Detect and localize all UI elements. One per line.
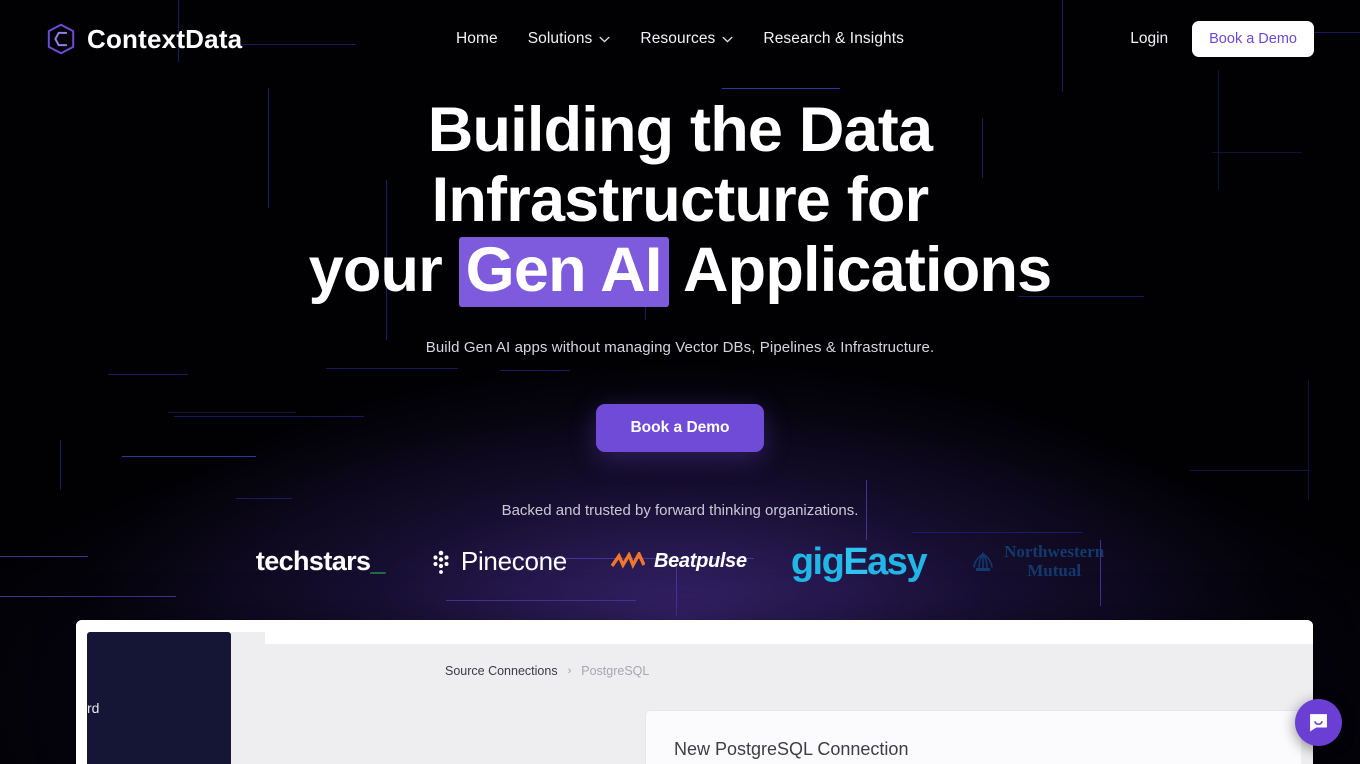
page-title: Building the Data Infrastructure for you… xyxy=(240,95,1120,307)
dashboard-sidebar: rd ons › xyxy=(87,632,231,764)
nav-item-home[interactable]: Home xyxy=(456,30,498,48)
brand-logo[interactable]: ContextData xyxy=(46,23,242,55)
chevron-down-icon xyxy=(599,36,610,43)
breadcrumb-separator-icon: › xyxy=(567,665,572,677)
headline-suffix: Applications xyxy=(682,234,1052,305)
logo-northwestern-mutual: Northwestern Mutual xyxy=(970,543,1104,580)
gigeasy-part-a: gig xyxy=(790,540,845,583)
book-demo-button-hero[interactable]: Book a Demo xyxy=(596,403,764,452)
beatpulse-label: Beatpulse xyxy=(653,550,747,573)
logo-techstars: techstars_ xyxy=(255,546,386,577)
chevron-down-icon xyxy=(722,36,733,43)
new-connection-card: New PostgreSQL Connection xyxy=(645,710,1301,764)
trust-caption: Backed and trusted by forward thinking o… xyxy=(501,501,859,519)
hero-section: Building the Data Infrastructure for you… xyxy=(0,95,1360,581)
main-navigation: Home Solutions Resources Research & Insi… xyxy=(456,30,904,48)
pinecone-label: Pinecone xyxy=(460,546,567,577)
nav-label-resources: Resources xyxy=(640,30,716,47)
brand-name: ContextData xyxy=(87,23,243,54)
techstars-label: techstars xyxy=(255,546,371,577)
pinecone-icon xyxy=(433,550,449,574)
logo-pinecone: Pinecone xyxy=(429,546,567,577)
hexagon-c-logo-icon xyxy=(47,23,75,55)
nav-label-home: Home xyxy=(455,30,498,47)
nav-item-solutions[interactable]: Solutions xyxy=(528,30,611,48)
breadcrumb-parent[interactable]: Source Connections xyxy=(445,664,558,678)
headline-line1: Building the Data Infrastructure for xyxy=(427,95,933,235)
gigeasy-part-b: E xyxy=(843,540,868,583)
nwm-line1: Northwestern xyxy=(1004,542,1105,562)
nav-item-research-insights[interactable]: Research & Insights xyxy=(763,30,904,48)
logo-beatpulse: Beatpulse xyxy=(610,550,747,573)
fountain-icon xyxy=(973,552,993,571)
headline-prefix: your xyxy=(308,234,443,305)
chat-widget-button[interactable] xyxy=(1295,699,1342,746)
logo-gigeasy: gigEasy xyxy=(790,540,928,583)
content-top-stripe xyxy=(265,632,1313,644)
beatpulse-zigzag-icon xyxy=(610,551,645,569)
dashboard-content: Source Connections › PostgreSQL New Post… xyxy=(231,632,1313,764)
sidebar-item-dashboard-label: rd xyxy=(87,700,100,716)
breadcrumb: Source Connections › PostgreSQL xyxy=(445,664,649,678)
book-demo-button-header[interactable]: Book a Demo xyxy=(1192,21,1314,57)
hero-subtitle: Build Gen AI apps without managing Vecto… xyxy=(425,338,935,356)
nav-label-research-insights: Research & Insights xyxy=(763,30,905,47)
nwm-line2: Mutual xyxy=(1027,560,1082,580)
breadcrumb-current: PostgreSQL xyxy=(581,664,650,678)
gigeasy-part-c: asy xyxy=(867,540,927,583)
techstars-underscore: _ xyxy=(370,546,385,577)
login-link[interactable]: Login xyxy=(1130,30,1168,48)
partner-logo-strip: techstars_ Pinecone Beatpulse gigEasy No… xyxy=(0,543,1360,581)
chat-bubble-smile-icon xyxy=(1310,714,1327,732)
nav-label-solutions: Solutions xyxy=(527,30,593,47)
landing-page: ContextData Home Solutions Resources Res… xyxy=(0,0,1360,764)
sidebar-item-dashboard[interactable]: rd xyxy=(87,700,219,716)
nav-item-resources[interactable]: Resources xyxy=(640,30,733,48)
header-actions: Login Book a Demo xyxy=(1130,21,1314,57)
site-header: ContextData Home Solutions Resources Res… xyxy=(0,0,1360,78)
new-connection-card-title: New PostgreSQL Connection xyxy=(674,739,909,759)
dashboard-preview: rd ons › Source Connections › PostgreSQL… xyxy=(76,620,1313,764)
headline-highlight: Gen AI xyxy=(458,236,669,307)
